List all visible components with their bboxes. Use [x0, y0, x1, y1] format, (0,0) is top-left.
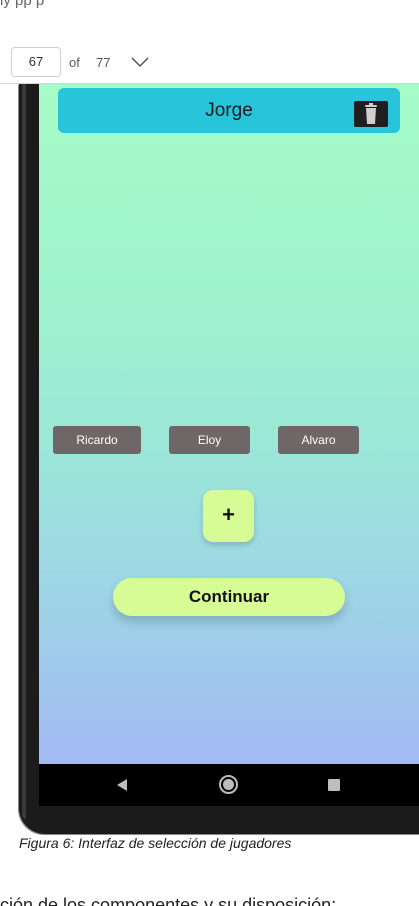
back-triangle-icon[interactable]: [117, 779, 127, 791]
player-chip-eloy[interactable]: Eloy: [169, 426, 250, 454]
page-navigation-toolbar: 67 of 77: [0, 40, 419, 84]
continue-button[interactable]: Continuar: [113, 578, 345, 616]
recent-apps-square-icon[interactable]: [328, 779, 340, 791]
total-pages-label: 77: [96, 55, 111, 70]
selected-player-name: Jorge: [205, 100, 253, 121]
app-screen: Jorge Ricardo Eloy Alvaro + Continuar: [39, 84, 419, 764]
page-of-label: of: [69, 55, 80, 70]
document-partial-text-bottom: ción de los componentes y su disposición…: [0, 895, 337, 906]
figure-caption: Figura 6: Interfaz de selección de jugad…: [19, 835, 292, 851]
delete-player-button[interactable]: [354, 101, 388, 127]
phone-edge-highlight: [22, 84, 26, 819]
selected-player-bar[interactable]: Jorge: [58, 88, 400, 133]
add-player-button[interactable]: +: [203, 490, 254, 542]
page-number-input[interactable]: 67: [11, 47, 61, 77]
android-navigation-bar: [39, 764, 419, 806]
player-chip-alvaro[interactable]: Alvaro: [278, 426, 359, 454]
player-chip-ricardo[interactable]: Ricardo: [53, 426, 141, 454]
chevron-down-icon[interactable]: [131, 56, 149, 68]
trash-icon: [365, 103, 377, 124]
document-partial-text-top: ly pp p: [0, 0, 45, 9]
home-circle-icon[interactable]: [219, 775, 238, 794]
